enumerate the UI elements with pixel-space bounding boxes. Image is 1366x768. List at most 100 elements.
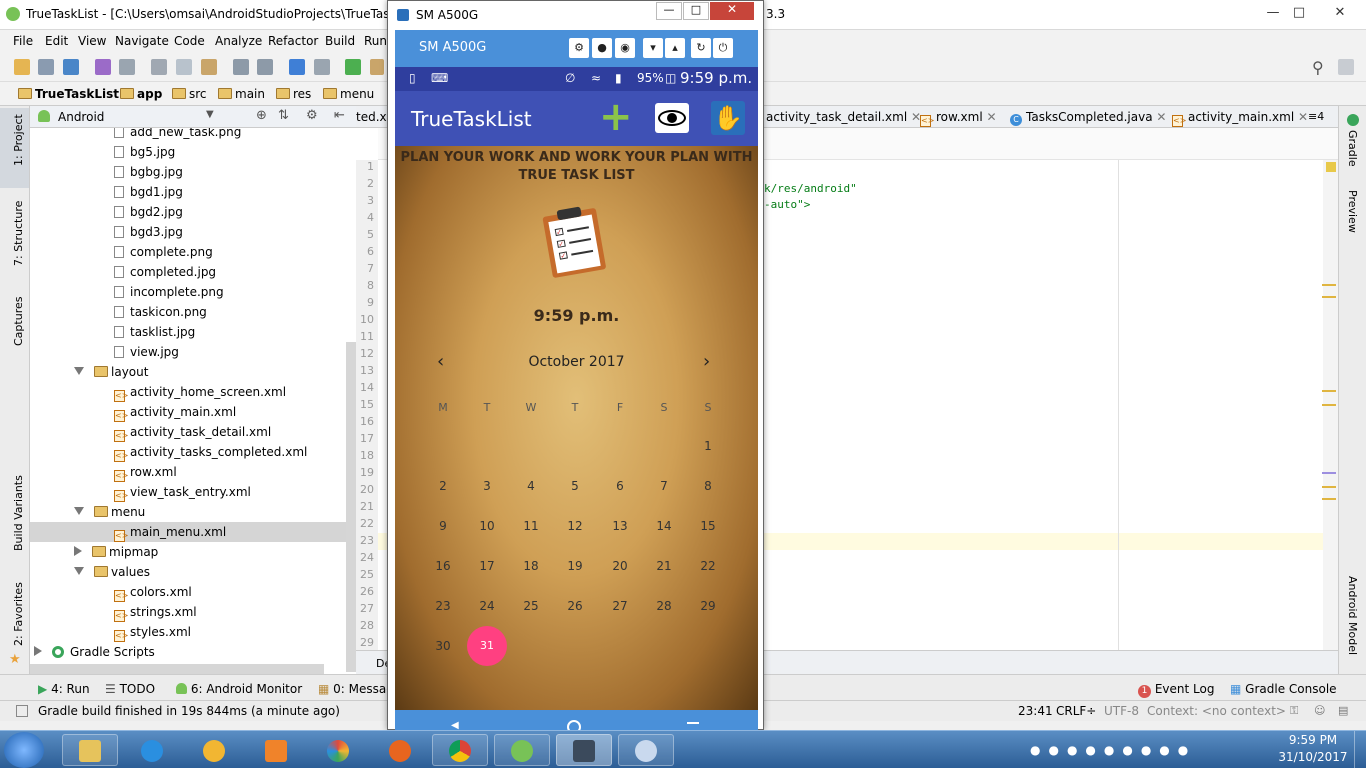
breadcrumb-src[interactable]: src [172, 87, 207, 101]
tree-item[interactable]: view.jpg [30, 342, 356, 362]
caret-position[interactable]: 23:41 [1018, 704, 1053, 718]
volume-down-icon[interactable]: ▾ [643, 38, 663, 58]
calendar-day[interactable]: 25 [511, 599, 551, 613]
tool-structure[interactable]: 7: Structure [12, 201, 25, 266]
expand-arrow-icon[interactable] [74, 567, 84, 575]
tab-tasks-completed[interactable]: C TasksCompleted.java ✕ [1010, 110, 1166, 126]
tree-item[interactable]: tasklist.jpg [30, 322, 356, 342]
calendar-day[interactable]: 1 [688, 439, 728, 453]
completed-tasks-icon[interactable]: ✋ [711, 101, 745, 135]
tree-vertical-scrollbar[interactable] [346, 342, 356, 672]
collapse-arrow-icon[interactable] [74, 546, 82, 556]
close-button[interactable]: ✕ [1322, 4, 1358, 22]
redo-icon[interactable] [119, 59, 135, 75]
tree-item[interactable]: <> activity_home_screen.xml [30, 382, 356, 402]
tree-item[interactable]: add_new_task.png [30, 128, 356, 142]
toggle-tool-windows-icon[interactable] [16, 705, 28, 717]
calendar-day[interactable]: 2 [423, 479, 463, 493]
taskbar-paint[interactable] [618, 734, 674, 766]
tab-activity-main[interactable]: <> activity_main.xml ✕ [1172, 110, 1308, 127]
sync-icon[interactable] [63, 59, 79, 75]
settings-icon[interactable]: ⚙ [569, 38, 589, 58]
tree-item[interactable]: <> activity_tasks_completed.xml [30, 442, 356, 462]
tree-item[interactable]: Gradle Scripts [30, 642, 356, 662]
calendar-day[interactable]: 21 [644, 559, 684, 573]
calendar-day[interactable]: 7 [644, 479, 684, 493]
show-desktop-button[interactable] [1354, 731, 1366, 768]
error-stripe-mark[interactable] [1322, 472, 1336, 474]
start-button[interactable] [4, 732, 44, 768]
volume-up-icon[interactable]: ▴ [665, 38, 685, 58]
forward-icon[interactable] [314, 59, 330, 75]
taskbar-picasa[interactable] [310, 734, 366, 766]
calendar-day[interactable]: 26 [555, 599, 595, 613]
tree-item[interactable]: bgd3.jpg [30, 222, 356, 242]
tool-captures[interactable]: Captures [12, 297, 25, 346]
emulator-close-button[interactable]: ✕ [710, 2, 754, 20]
sdk-manager-icon[interactable] [1338, 59, 1354, 75]
gear-icon[interactable]: ⚙ [306, 108, 318, 123]
emulator-maximize-button[interactable]: □ [683, 2, 709, 20]
menu-edit[interactable]: Edit [45, 34, 68, 48]
tool-build-variants[interactable]: Build Variants [12, 475, 25, 551]
calendar-day[interactable]: 20 [600, 559, 640, 573]
calendar-day[interactable]: 27 [600, 599, 640, 613]
tree-item[interactable]: bgd1.jpg [30, 182, 356, 202]
error-stripe-mark[interactable] [1322, 486, 1336, 488]
context-indicator[interactable]: Context: <no context> [1147, 704, 1286, 718]
undo-icon[interactable] [95, 59, 111, 75]
tree-item[interactable]: <> activity_task_detail.xml [30, 422, 356, 442]
calendar-day[interactable]: 9 [423, 519, 463, 533]
search-everywhere-icon[interactable]: ⚲ [1312, 58, 1324, 77]
collapse-all-icon[interactable]: ⇅ [278, 108, 289, 123]
calendar-day[interactable]: 23 [423, 599, 463, 613]
tree-horizontal-scrollbar[interactable] [30, 664, 324, 674]
close-icon[interactable]: ✕ [1156, 110, 1166, 124]
tool-event-log[interactable]: 1 Event Log [1138, 682, 1214, 698]
taskbar-chrome[interactable] [432, 734, 488, 766]
error-stripe-mark[interactable] [1322, 498, 1336, 500]
tree-item[interactable]: taskicon.png [30, 302, 356, 322]
breadcrumb-menu[interactable]: menu [323, 87, 374, 101]
power-icon[interactable]: ⏻ [713, 38, 733, 58]
code-line-1[interactable]: k/res/android" [764, 182, 857, 195]
file-encoding[interactable]: UTF-8 [1104, 704, 1139, 718]
add-task-icon[interactable]: + [599, 97, 633, 137]
menu-run[interactable]: Run [364, 34, 387, 48]
find-icon[interactable] [233, 59, 249, 75]
close-icon[interactable]: ✕ [987, 110, 997, 124]
tool-todo[interactable]: ☰ TODO [105, 682, 155, 696]
breadcrumb-app[interactable]: app [120, 87, 162, 101]
make-project-icon[interactable] [345, 59, 361, 75]
copy-icon[interactable] [176, 59, 192, 75]
calendar-day[interactable]: 19 [555, 559, 595, 573]
tool-run[interactable]: ▶ 4: Run [38, 682, 90, 696]
menu-file[interactable]: File [13, 34, 33, 48]
menu-code[interactable]: Code [174, 34, 205, 48]
tab-activity-task-detail[interactable]: activity_task_detail.xml ✕ [766, 110, 921, 124]
save-icon[interactable] [38, 59, 54, 75]
cut-icon[interactable] [151, 59, 167, 75]
minimize-button[interactable]: — [1260, 4, 1286, 22]
calendar-day[interactable]: 8 [688, 479, 728, 493]
taskbar-explorer[interactable] [62, 734, 118, 766]
replace-icon[interactable] [257, 59, 273, 75]
inspection-status-icon[interactable] [1326, 162, 1336, 172]
calendar-day[interactable]: 12 [555, 519, 595, 533]
screenshot-icon[interactable]: ◉ [615, 38, 635, 58]
tool-messages[interactable]: ▦ 0: Messag [318, 682, 394, 696]
tree-item[interactable]: <> colors.xml [30, 582, 356, 602]
tool-preview[interactable]: Preview [1346, 190, 1359, 233]
calendar-day[interactable]: 28 [644, 599, 684, 613]
breadcrumb-main[interactable]: main [218, 87, 265, 101]
expand-arrow-icon[interactable] [74, 367, 84, 375]
taskbar-clock-time[interactable]: 9:59 PM [1280, 733, 1346, 747]
tree-item[interactable]: values [30, 562, 356, 582]
calendar-day[interactable]: 18 [511, 559, 551, 573]
calendar-day[interactable]: 4 [511, 479, 551, 493]
calendar-day[interactable]: 22 [688, 559, 728, 573]
code-line-2[interactable]: -auto"> [764, 198, 810, 211]
tree-item[interactable]: menu [30, 502, 356, 522]
tool-project[interactable]: 1: Project [12, 114, 25, 166]
system-tray-icons[interactable]: ●●●●●●●●● [1030, 743, 1200, 757]
